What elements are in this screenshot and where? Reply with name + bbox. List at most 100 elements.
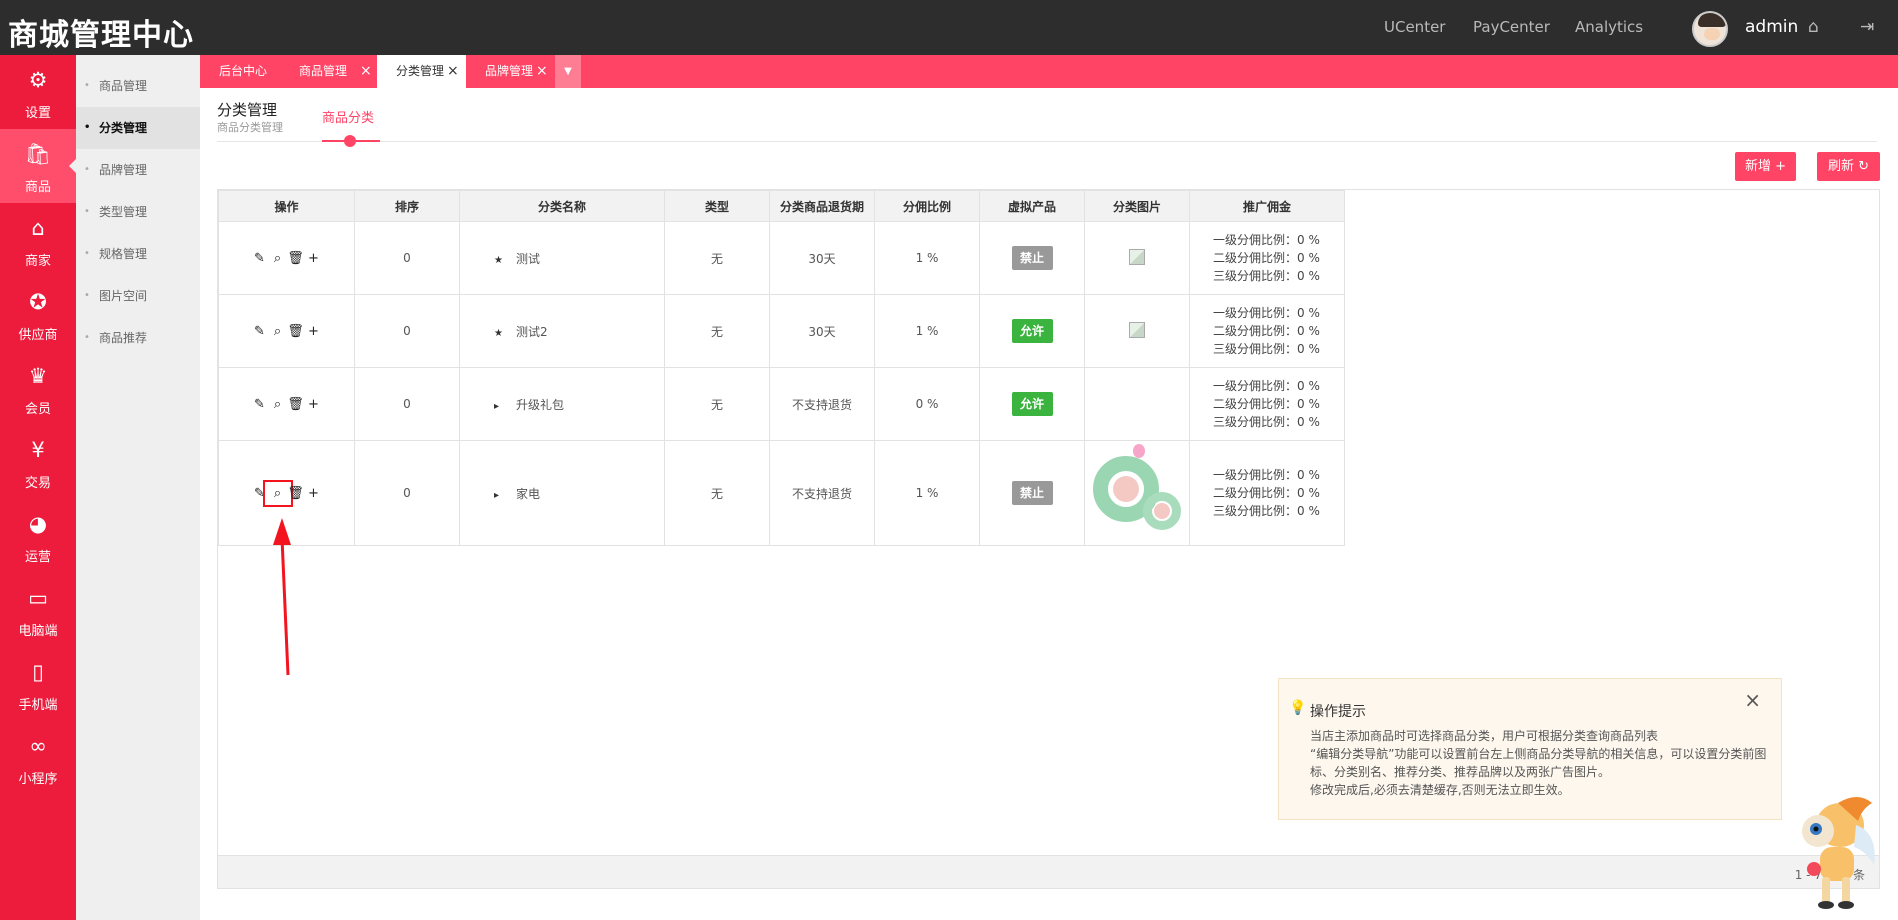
submenu-item-category-manage[interactable]: 分类管理 bbox=[76, 107, 200, 149]
avatar[interactable] bbox=[1692, 11, 1728, 47]
logout-icon[interactable]: ⇥ bbox=[1860, 17, 1874, 37]
row-image-cell bbox=[1084, 367, 1190, 441]
plus-icon[interactable]: + bbox=[305, 486, 323, 501]
submenu-item-type-manage[interactable]: 类型管理 bbox=[76, 191, 200, 233]
table-footer: 1 - 7 共 7 条 bbox=[218, 855, 1879, 888]
tip-line: 当店主添加商品时可选择商品分类，用户可根据分类查询商品列表 bbox=[1310, 729, 1659, 743]
tab-goods-manage[interactable]: 商品管理 × bbox=[280, 55, 377, 88]
edit-icon[interactable]: ✎ bbox=[251, 486, 269, 501]
plus-icon[interactable]: + bbox=[305, 251, 323, 266]
promo-line: 二级分佣比例：0 % bbox=[1213, 486, 1320, 500]
edit-icon[interactable]: ✎ bbox=[251, 397, 269, 412]
sidebar-label: 手机端 bbox=[18, 698, 58, 713]
table-row: ✎ ⌕ 🗑 + 0 ★ 测试2 无 30天 1 % 允许 一级分佣比例：0 % 二级分佣… bbox=[218, 294, 1345, 368]
tab-dashboard[interactable]: 后台中心 bbox=[200, 55, 280, 88]
col-header-promo: 推广佣金 bbox=[1189, 190, 1345, 222]
row-commission: 1 % bbox=[874, 294, 980, 368]
close-icon[interactable]: × bbox=[447, 55, 459, 88]
shopping-bag-icon: 🛍 bbox=[24, 142, 52, 166]
submenu-item-brand-manage[interactable]: 品牌管理 bbox=[76, 149, 200, 191]
trash-icon[interactable]: 🗑 bbox=[287, 324, 305, 339]
row-promo: 一级分佣比例：0 % 二级分佣比例：0 % 三级分佣比例：0 % bbox=[1189, 440, 1345, 546]
sidebar-item-settings[interactable]: ⚙ 设置 bbox=[0, 55, 76, 129]
nav-ucenter[interactable]: UCenter bbox=[1384, 18, 1445, 36]
trash-icon[interactable]: 🗑 bbox=[287, 486, 305, 501]
caret-right-icon[interactable]: ▸ bbox=[494, 401, 516, 412]
tab-goods-category[interactable]: 商品分类 bbox=[322, 107, 374, 126]
row-virtual-cell: 禁止 bbox=[979, 221, 1085, 295]
tip-body: 当店主添加商品时可选择商品分类，用户可根据分类查询商品列表 “编辑分类导航”功能… bbox=[1310, 727, 1770, 799]
sidebar-item-supplier[interactable]: ✪ 供应商 bbox=[0, 277, 76, 351]
edit-icon[interactable]: ✎ bbox=[251, 251, 269, 266]
tip-panel: 💡 操作提示 × 当店主添加商品时可选择商品分类，用户可根据分类查询商品列表 “… bbox=[1278, 678, 1782, 820]
search-icon[interactable]: ⌕ bbox=[269, 324, 287, 339]
submenu-item-goods-recommend[interactable]: 商品推荐 bbox=[76, 317, 200, 359]
doll-face bbox=[1154, 502, 1170, 519]
plus-icon[interactable]: + bbox=[305, 324, 323, 339]
bow-shape bbox=[1133, 443, 1145, 458]
home-icon[interactable]: ⌂ bbox=[1808, 17, 1819, 37]
promo-line: 一级分佣比例：0 % bbox=[1213, 233, 1320, 247]
sidebar-item-mini-program[interactable]: ∞ 小程序 bbox=[0, 721, 76, 795]
search-icon[interactable]: ⌕ bbox=[269, 397, 287, 412]
col-header-type: 类型 bbox=[664, 190, 770, 222]
promo-line: 三级分佣比例：0 % bbox=[1213, 342, 1320, 356]
row-actions: ✎ ⌕ 🗑 + bbox=[218, 367, 355, 441]
close-icon[interactable]: × bbox=[1744, 688, 1761, 712]
page-title: 分类管理 bbox=[217, 101, 278, 119]
star-icon: ★ bbox=[494, 327, 503, 339]
sidebar-label: 供应商 bbox=[18, 328, 58, 343]
promo-line: 三级分佣比例：0 % bbox=[1213, 415, 1320, 429]
category-image[interactable] bbox=[1089, 443, 1185, 540]
row-type: 无 bbox=[664, 440, 770, 546]
top-bar: 商城管理中心 UCenter PayCenter Analytics admin… bbox=[0, 0, 1898, 55]
tab-brand-manage[interactable]: 品牌管理 × bbox=[466, 55, 555, 88]
row-commission: 0 % bbox=[874, 367, 980, 441]
trash-icon[interactable]: 🗑 bbox=[287, 251, 305, 266]
chevron-down-icon[interactable]: ▼ bbox=[555, 55, 581, 88]
sidebar-item-mobile[interactable]: ▯ 手机端 bbox=[0, 647, 76, 721]
promo-line: 一级分佣比例：0 % bbox=[1213, 306, 1320, 320]
submenu-item-image-space[interactable]: 图片空间 bbox=[76, 275, 200, 317]
trash-icon[interactable]: 🗑 bbox=[287, 397, 305, 412]
sidebar-item-member[interactable]: ♛ 会员 bbox=[0, 351, 76, 425]
sidebar-item-merchant[interactable]: ⌂ 商家 bbox=[0, 203, 76, 277]
row-sort[interactable]: 0 bbox=[354, 294, 460, 368]
submenu-item-goods-manage[interactable]: 商品管理 bbox=[76, 65, 200, 107]
submenu-item-spec-manage[interactable]: 规格管理 bbox=[76, 233, 200, 275]
row-sort[interactable]: 0 bbox=[354, 367, 460, 441]
refresh-button[interactable]: 刷新 ↻ bbox=[1817, 152, 1880, 181]
edit-icon[interactable]: ✎ bbox=[251, 324, 269, 339]
nav-analytics[interactable]: Analytics bbox=[1575, 18, 1643, 36]
col-header-image: 分类图片 bbox=[1084, 190, 1190, 222]
sidebar-item-operation[interactable]: ◕ 运营 bbox=[0, 499, 76, 573]
badge-icon: ✪ bbox=[29, 290, 47, 314]
close-icon[interactable]: × bbox=[360, 55, 372, 88]
virtual-toggle[interactable]: 禁止 bbox=[1011, 481, 1053, 505]
row-name: 家电 bbox=[516, 486, 541, 501]
username[interactable]: admin bbox=[1745, 17, 1798, 37]
col-header-virtual: 虚拟产品 bbox=[979, 190, 1085, 222]
add-button[interactable]: 新增 + bbox=[1735, 152, 1796, 181]
close-icon[interactable]: × bbox=[536, 55, 548, 88]
promo-line: 一级分佣比例：0 % bbox=[1213, 379, 1320, 393]
col-header-actions: 操作 bbox=[218, 190, 355, 222]
row-sort[interactable]: 0 bbox=[354, 440, 460, 546]
mascot-horse[interactable] bbox=[1778, 785, 1878, 915]
sidebar-item-goods[interactable]: 🛍 商品 bbox=[0, 129, 76, 203]
sidebar-item-pc[interactable]: ▭ 电脑端 bbox=[0, 573, 76, 647]
search-icon[interactable]: ⌕ bbox=[269, 251, 287, 266]
sidebar-item-trade[interactable]: ¥ 交易 bbox=[0, 425, 76, 499]
nav-paycenter[interactable]: PayCenter bbox=[1473, 18, 1550, 36]
tab-category-manage[interactable]: 分类管理 × bbox=[377, 55, 466, 88]
virtual-toggle[interactable]: 允许 bbox=[1011, 392, 1053, 416]
virtual-toggle[interactable]: 允许 bbox=[1011, 319, 1053, 343]
gear-icon: ⚙ bbox=[28, 68, 48, 92]
virtual-toggle[interactable]: 禁止 bbox=[1011, 246, 1053, 270]
row-sort[interactable]: 0 bbox=[354, 221, 460, 295]
doll-face bbox=[1113, 475, 1139, 502]
caret-right-icon[interactable]: ▸ bbox=[494, 490, 516, 501]
search-icon[interactable]: ⌕ bbox=[262, 479, 293, 507]
row-name: 测试 bbox=[516, 251, 541, 266]
plus-icon[interactable]: + bbox=[305, 397, 323, 412]
